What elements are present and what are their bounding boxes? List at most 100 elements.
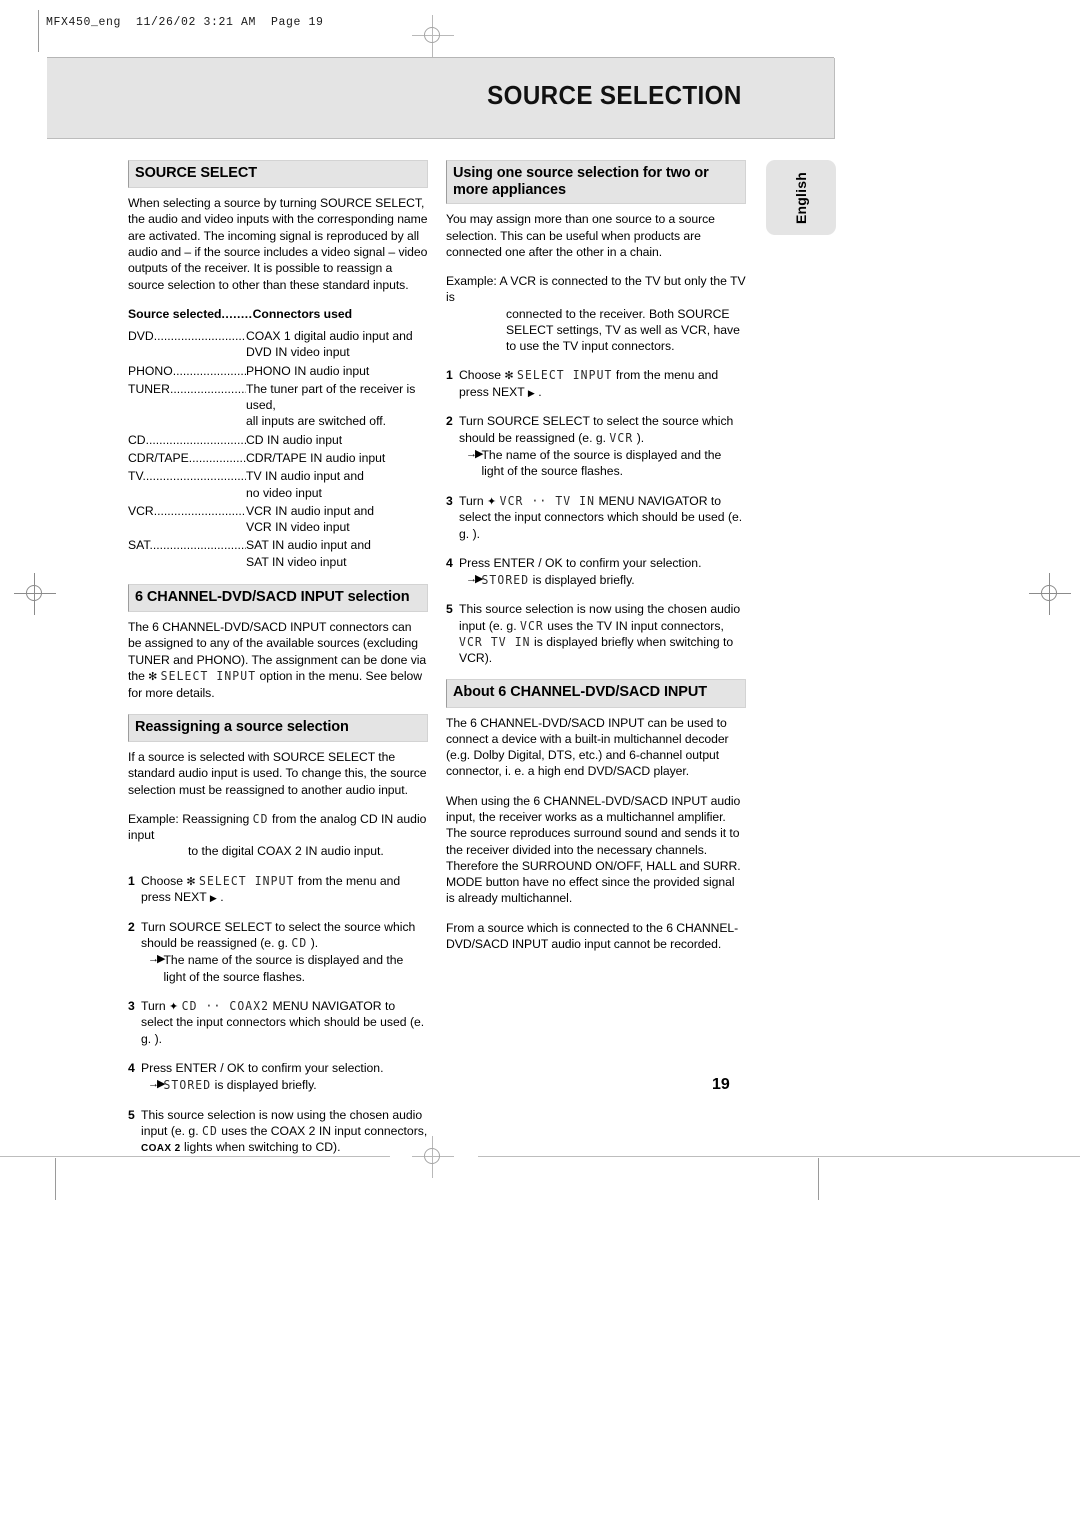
step-sub-result: →▶ STORED is displayed briefly. (141, 1077, 428, 1093)
table-cell-line: DVD IN video input (246, 345, 350, 360)
about-six-para-3: From a source which is connected to the … (446, 920, 739, 951)
right-column: Using one source selection for two or mo… (446, 160, 746, 965)
table-cell-line: SAT IN video input (246, 554, 347, 569)
table-row: PHONO........................ PHONO IN au… (128, 363, 428, 379)
heading-about-six-channel: About 6 CHANNEL-DVD/SACD INPUT (446, 679, 746, 708)
step-text: Turn (141, 998, 166, 1013)
step-number: 5 (446, 602, 453, 617)
reassigning-example: Example: Reassigning CD from the analog … (128, 811, 428, 860)
step-number: 1 (128, 873, 135, 888)
asterisk-icon: ✻ (186, 875, 196, 888)
lcd-readout: VCR (609, 430, 634, 446)
six-channel-paragraph: The 6 CHANNEL-DVD/SACD INPUT connectors … (128, 619, 428, 701)
step-number: 3 (446, 493, 453, 508)
source-select-intro: When selecting a source by turning SOURC… (128, 196, 428, 292)
one-source-example-continuation: connected to the receiver. Both SOURCE S… (506, 306, 740, 354)
table-cell-source: TUNER........................ (128, 381, 246, 396)
table-cell-line: no video input (246, 485, 322, 500)
reassigning-text: If a source is selected with SOURCE SELE… (128, 750, 427, 797)
lcd-cd: CD (252, 811, 269, 827)
step-text: lights when switching to CD). (184, 1140, 341, 1155)
step-number: 2 (128, 919, 135, 934)
step-sub-result: →▶ The name of the source is displayed an… (459, 447, 746, 480)
step-body: Turn ✦ CD ·· COAX2 MENU NAVIGATOR to sel… (141, 998, 428, 1047)
step-text: . (220, 890, 224, 905)
table-row: TV................................ TV IN … (128, 468, 428, 501)
connectors-table: Source selected........Connectors used D… (128, 306, 428, 570)
step-body: Press ENTER / OK to confirm your selecti… (141, 1060, 428, 1094)
step-text: uses the COAX 2 IN input connectors, (221, 1123, 428, 1138)
step-text: Choose (459, 368, 502, 383)
step-sub-text: STORED is displayed briefly. (163, 1077, 317, 1093)
lcd-readout: VCR (519, 618, 544, 634)
step-sub-text: STORED is displayed briefly. (481, 572, 635, 588)
step-body: Turn SOURCE SELECT to select the source … (459, 413, 746, 479)
up-down-arrow-icon: ✦ (169, 1000, 179, 1013)
step-number: 4 (128, 1061, 135, 1076)
step-text: ). (310, 935, 319, 950)
step-text: Turn (459, 493, 484, 508)
list-item: 5 This source selection is now using the … (128, 1107, 428, 1156)
list-item: 3 Turn ✦ VCR ·· TV IN MENU NAVIGATOR to s… (446, 493, 746, 542)
heading-six-channel-selection: 6 CHANNEL-DVD/SACD INPUT selection (128, 584, 428, 613)
language-tab-label: English (793, 171, 809, 224)
step-number: 5 (128, 1107, 135, 1122)
language-tab: English (766, 160, 836, 235)
table-cell-line: all inputs are switched off. (246, 414, 387, 429)
connectors-table-header: Source selected........Connectors used (128, 306, 428, 322)
table-cell-line: TV IN audio input and (246, 469, 364, 484)
list-item: 1 Choose ✻ SELECT INPUT from the menu and… (446, 367, 746, 400)
registration-mark-left (14, 573, 56, 615)
lcd-readout: VCR ·· TV IN (499, 493, 596, 508)
table-cell-line: CDR/TAPE IN audio input (246, 451, 386, 466)
masthead-band: SOURCE SELECTION (47, 58, 835, 139)
col-header-source: Source selected (128, 306, 222, 321)
registration-mark-right (1029, 573, 1071, 615)
left-column: SOURCE SELECT When selecting a source by… (128, 160, 428, 1169)
lcd-readout: SELECT INPUT (517, 368, 613, 383)
step-number: 2 (446, 414, 453, 429)
indicator-badge: COAX 2 (141, 1143, 181, 1155)
page-number: 19 (712, 1076, 730, 1093)
list-item: 2 Turn SOURCE SELECT to select the source… (128, 919, 428, 985)
step-body: This source selection is now using the c… (141, 1107, 428, 1156)
table-cell-source: CDR/TAPE.................... (128, 451, 246, 466)
heading-reassigning: Reassigning a source selection (128, 713, 428, 743)
result-arrow-icon: →▶ (148, 1078, 166, 1091)
step-text: ). (154, 1031, 163, 1046)
table-cell-connectors: CD IN audio input (246, 432, 428, 448)
result-arrow-icon: →▶ (466, 447, 484, 460)
list-item: 2 Turn SOURCE SELECT to select the source… (446, 413, 746, 479)
page-title: SOURCE SELECTION (487, 80, 742, 110)
table-cell-connectors: COAX 1 digital audio input and DVD IN vid… (246, 328, 428, 361)
table-cell-source: DVD.............................. (128, 329, 246, 344)
table-cell-source: CD................................ (128, 432, 246, 447)
table-cell-line: PHONO IN audio input (246, 363, 370, 378)
table-row: VCR.............................. VCR IN … (128, 503, 428, 536)
table-cell-connectors: SAT IN audio input and SAT IN video input (246, 537, 428, 570)
about-six-para-1: The 6 CHANNEL-DVD/SACD INPUT can be used… (446, 715, 729, 779)
lcd-readout: CD (201, 1123, 218, 1139)
crop-mark-bottom-right (818, 1158, 819, 1200)
step-text: uses the TV IN input connectors, (547, 618, 724, 633)
list-item: 1 Choose ✻ SELECT INPUT from the menu and… (128, 873, 428, 906)
step-number: 1 (446, 368, 453, 383)
list-item: 5 This source selection is now using the … (446, 601, 746, 666)
step-number: 4 (446, 555, 453, 570)
trim-line-bottom-right (478, 1156, 1080, 1157)
header-dots: ........ (221, 306, 253, 321)
lcd-readout: VCR TV IN (459, 634, 531, 650)
list-item: 3 Turn ✦ CD ·· COAX2 MENU NAVIGATOR to se… (128, 998, 428, 1047)
heading-one-source: Using one source selection for two or mo… (446, 160, 746, 205)
lcd-readout: CD (291, 935, 308, 951)
step-sub-text: The name of the source is displayed and … (481, 447, 722, 479)
table-row: CDR/TAPE.................... CDR/TAPE IN … (128, 450, 428, 466)
table-cell-line: VCR IN audio input and (246, 503, 375, 518)
step-text: Press ENTER / OK to confirm your selecti… (459, 555, 702, 570)
result-arrow-icon: →▶ (466, 573, 484, 586)
step-body: Turn ✦ VCR ·· TV IN MENU NAVIGATOR to se… (459, 493, 746, 542)
table-cell-source: VCR.............................. (128, 503, 246, 518)
heading-source-select: SOURCE SELECT (128, 160, 428, 189)
lcd-readout: STORED (481, 572, 530, 588)
step-body: Turn SOURCE SELECT to select the source … (141, 919, 428, 985)
